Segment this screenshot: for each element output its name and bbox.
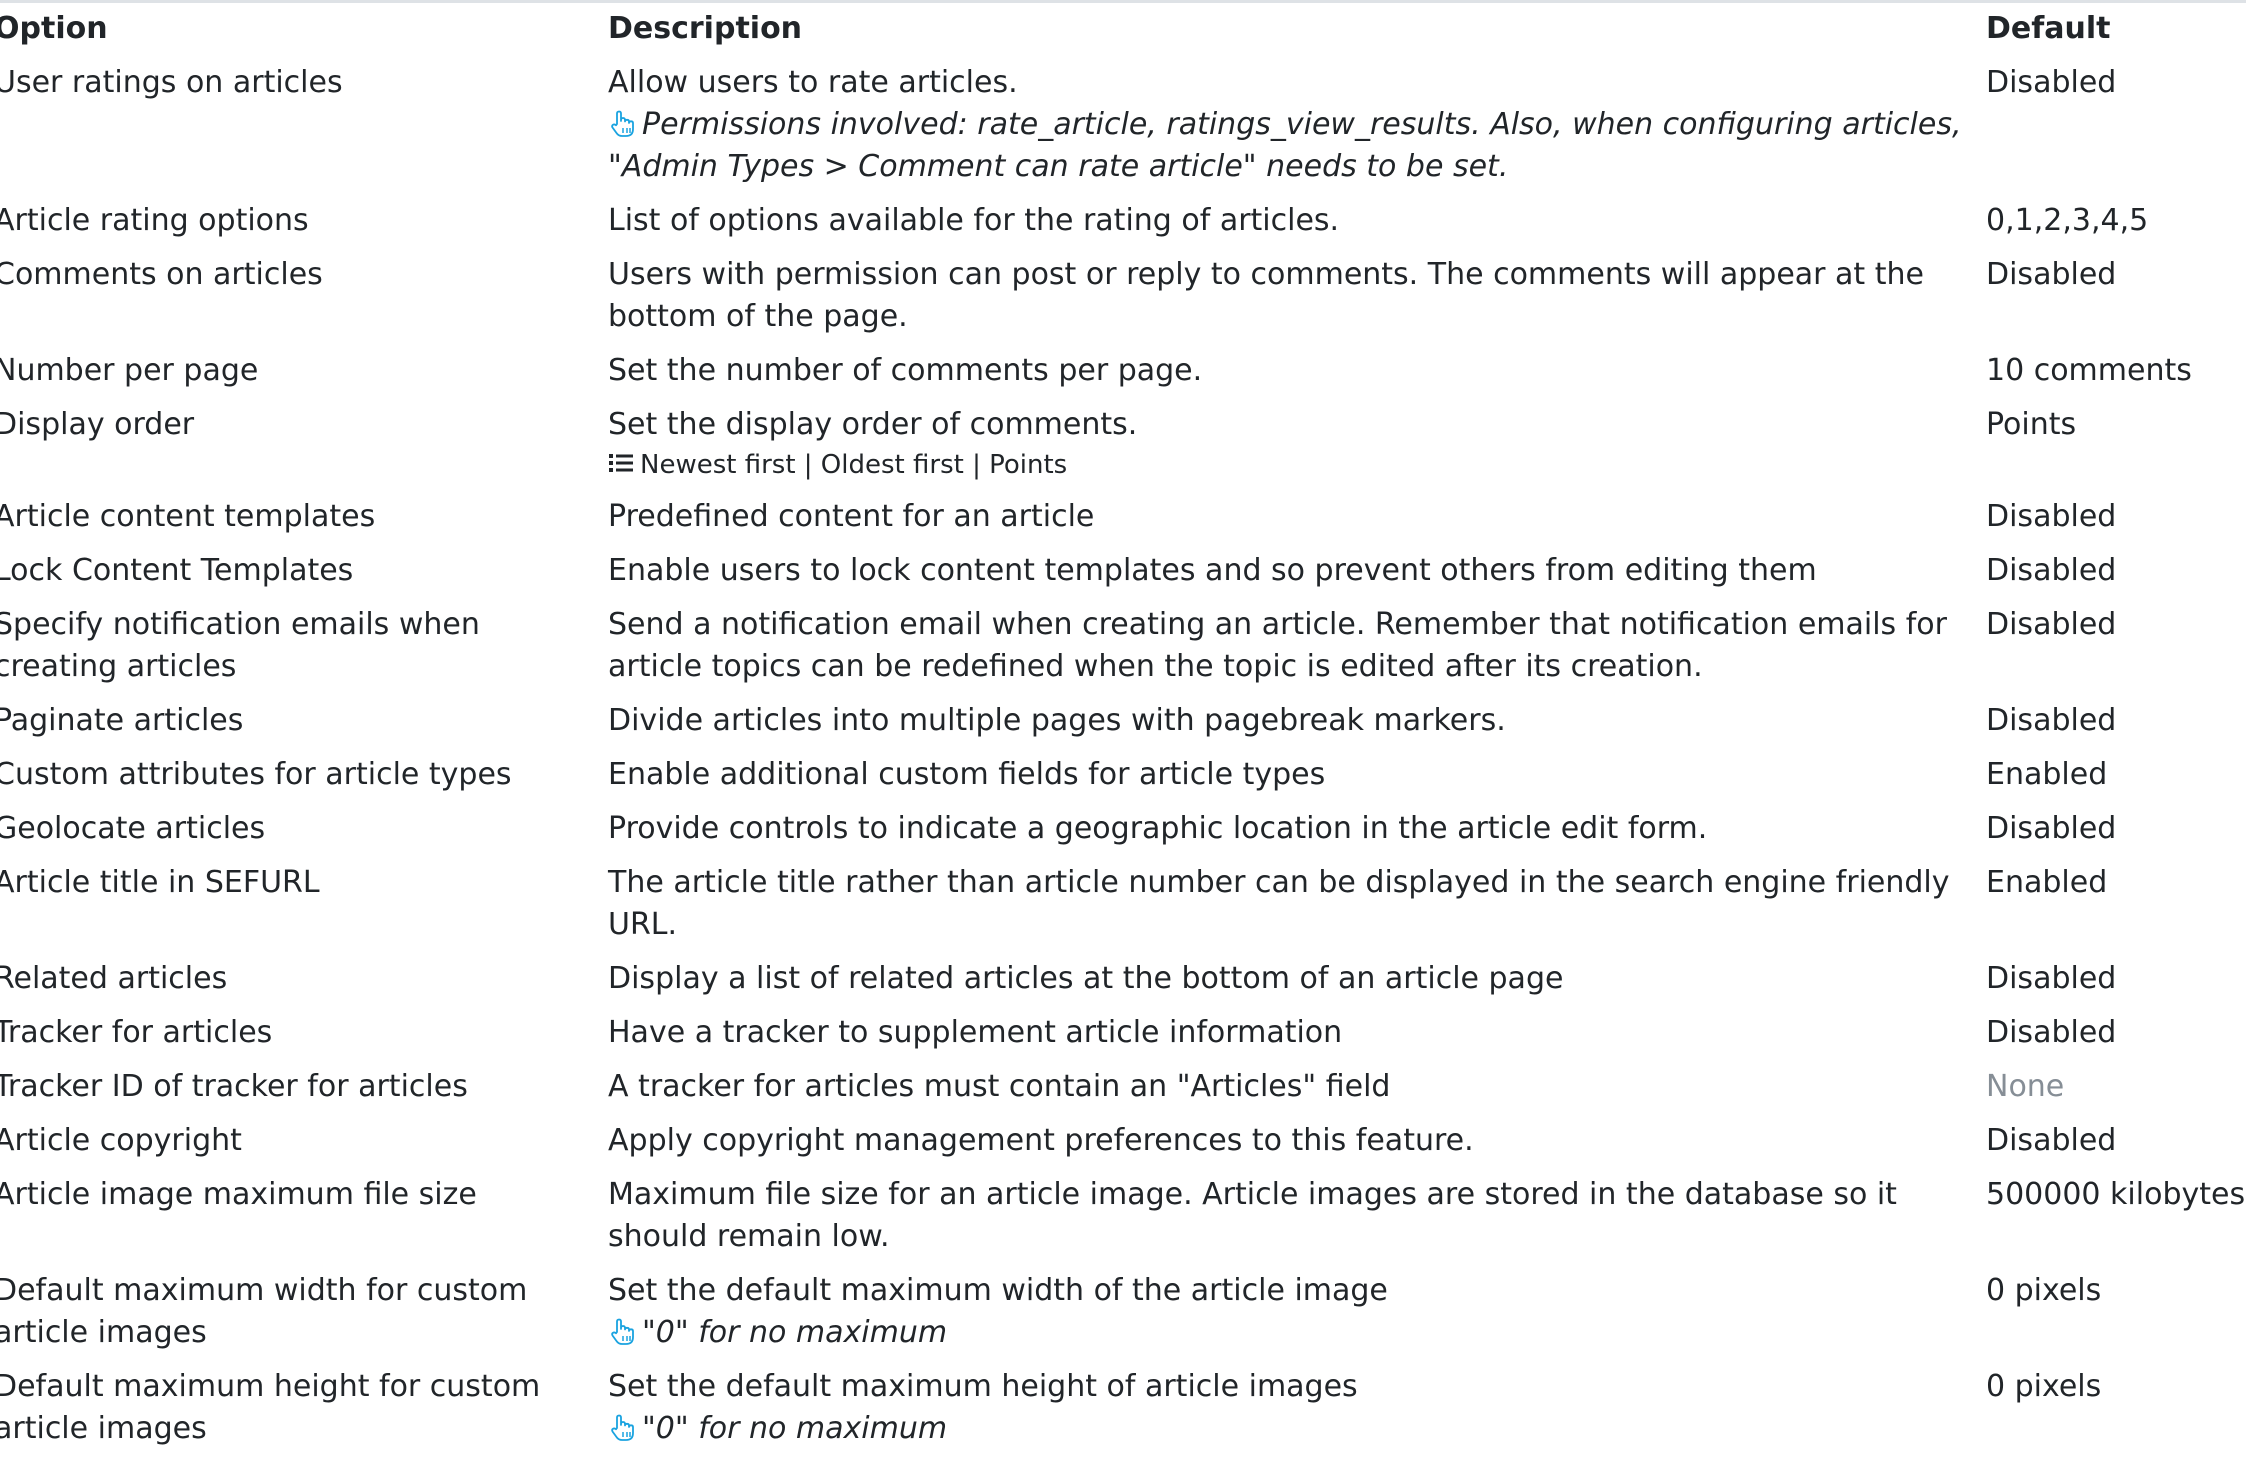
option-description: Allow users to rate articles. Permission… [608,62,1986,188]
option-description: The article title rather than article nu… [608,865,1950,942]
option-description: A tracker for articles must contain an "… [608,1069,1391,1104]
option-name: Lock Content Templates [0,553,354,588]
description-text: Set the display order of comments. [608,407,1138,442]
default-value: Disabled [1986,703,2117,738]
default-value: Disabled [1986,499,2117,534]
table-row: Article image maximum file size Maximum … [0,1174,2246,1270]
option-name: Related articles [0,961,228,996]
table-row: Default maximum height for custom articl… [0,1366,2246,1462]
default-value: Disabled [1986,1123,2117,1158]
table-row: Article rating options List of options a… [0,200,2246,254]
option-name: Article image maximum file size [0,1177,477,1212]
option-name: Article title in SEFURL [0,865,320,900]
option-description: Set the default maximum height of articl… [608,1366,1986,1450]
option-name: Article content templates [0,499,376,534]
table-row: Display order Set the display order of c… [0,404,2246,496]
default-value: Disabled [1986,607,2117,642]
option-name: User ratings on articles [0,65,343,100]
default-value: Disabled [1986,961,2117,996]
header-default: Default [1986,11,2111,46]
option-description: Enable additional custom fields for arti… [608,757,1326,792]
option-name: Geolocate articles [0,811,266,846]
description-text: Set the default maximum height of articl… [608,1369,1358,1404]
default-value: Disabled [1986,257,2117,292]
table-row: Paginate articles Divide articles into m… [0,700,2246,754]
default-value: Disabled [1986,1015,2117,1050]
default-value: Disabled [1986,553,2117,588]
table-row: Number per page Set the number of commen… [0,350,2246,404]
option-description: Have a tracker to supplement article inf… [608,1015,1343,1050]
option-hint: "0" for no maximum [608,1312,1986,1354]
default-value: None [1986,1069,2065,1104]
preferences-table: Option Description Default User ratings … [0,5,2246,1462]
option-name: Display order [0,407,195,442]
default-value: 0 pixels [1986,1369,2102,1404]
option-description: Enable users to lock content templates a… [608,553,1817,588]
table-row: Article content templates Predefined con… [0,496,2246,550]
description-text: Allow users to rate articles. [608,65,1018,100]
option-name: Tracker ID of tracker for articles [0,1069,468,1104]
option-description: Maximum file size for an article image. … [608,1177,1897,1254]
header-description: Description [608,11,803,46]
option-description: Set the display order of comments. Newes… [608,404,1986,484]
option-description: Users with permission can post or reply … [608,257,1924,334]
option-name: Article copyright [0,1123,242,1158]
table-row: Tracker ID of tracker for articles A tra… [0,1066,2246,1120]
pointing-hand-icon [608,109,638,139]
table-row: Specify notification emails when creatin… [0,604,2246,700]
option-name: Tracker for articles [0,1015,273,1050]
table-row: User ratings on articles Allow users to … [0,62,2246,200]
default-value: Disabled [1986,65,2117,100]
default-value: 0,1,2,3,4,5 [1986,203,2149,238]
default-value: Points [1986,407,2077,442]
option-description: Set the number of comments per page. [608,353,1203,388]
default-value: Disabled [1986,811,2117,846]
option-description: Display a list of related articles at th… [608,961,1564,996]
table-row: Lock Content Templates Enable users to l… [0,550,2246,604]
default-value: 500000 kilobytes [1986,1177,2246,1212]
table-header-row: Option Description Default [0,5,2246,62]
default-value: Enabled [1986,757,2108,792]
option-name: Custom attributes for article types [0,757,512,792]
list-icon [608,448,634,472]
hint-text: "0" for no maximum [642,1411,948,1446]
default-value: 10 comments [1986,353,2192,388]
option-name: Comments on articles [0,257,323,292]
description-text: Set the default maximum width of the art… [608,1273,1388,1308]
hint-text: Permissions involved: rate_article, rati… [608,107,1962,184]
option-name: Number per page [0,353,259,388]
table-row: Default maximum width for custom article… [0,1270,2246,1366]
table-row: Article title in SEFURL The article titl… [0,862,2246,958]
option-description: Apply copyright management preferences t… [608,1123,1474,1158]
option-name: Article rating options [0,203,309,238]
option-name: Specify notification emails when creatin… [0,607,480,684]
default-value: 0 pixels [1986,1273,2102,1308]
option-name: Default maximum width for custom article… [0,1273,528,1350]
option-description: List of options available for the rating… [608,203,1340,238]
table-row: Article copyright Apply copyright manage… [0,1120,2246,1174]
option-description: Predefined content for an article [608,499,1095,534]
header-option: Option [0,11,108,46]
pointing-hand-icon [608,1317,638,1347]
option-values-list: Newest first | Oldest first | Points [608,446,1986,484]
default-value: Enabled [1986,865,2108,900]
table-row: Tracker for articles Have a tracker to s… [0,1012,2246,1066]
option-hint: Permissions involved: rate_article, rati… [608,104,1986,188]
option-description: Divide articles into multiple pages with… [608,703,1506,738]
option-description: Send a notification email when creating … [608,607,1947,684]
option-hint: "0" for no maximum [608,1408,1986,1450]
option-name: Paginate articles [0,703,244,738]
table-row: Comments on articles Users with permissi… [0,254,2246,350]
option-name: Default maximum height for custom articl… [0,1369,541,1446]
option-values-text: Newest first | Oldest first | Points [640,450,1068,480]
option-description: Provide controls to indicate a geographi… [608,811,1708,846]
hint-text: "0" for no maximum [642,1315,948,1350]
option-description: Set the default maximum width of the art… [608,1270,1986,1354]
table-top-rule [0,0,2246,3]
pointing-hand-icon [608,1413,638,1443]
table-row: Custom attributes for article types Enab… [0,754,2246,808]
table-row: Geolocate articles Provide controls to i… [0,808,2246,862]
table-row: Related articles Display a list of relat… [0,958,2246,1012]
